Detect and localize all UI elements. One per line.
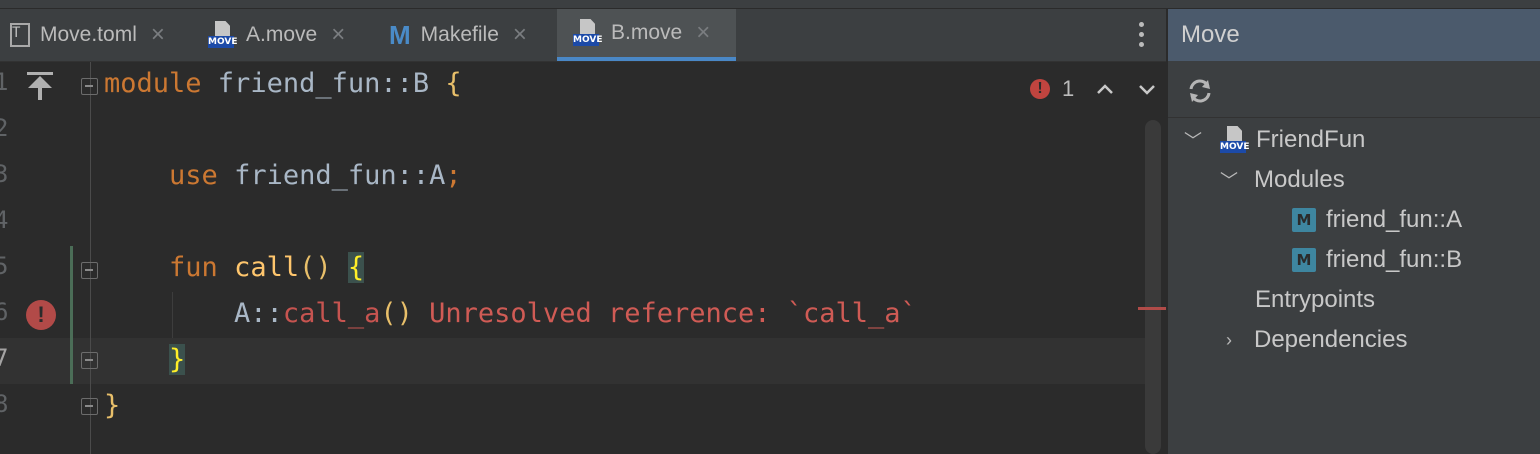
close-icon[interactable]: × xyxy=(151,21,165,49)
code-line: 6 ! A::call_a() Unresolved reference: `c… xyxy=(0,292,1166,338)
chevron-down-icon[interactable] xyxy=(1136,78,1158,100)
code-text: A::call_a() Unresolved reference: `call_… xyxy=(234,298,917,329)
tree-item-label: FriendFun xyxy=(1256,126,1366,153)
close-icon[interactable]: × xyxy=(696,19,710,47)
code-text: use friend_fun::A; xyxy=(169,160,462,191)
line-number: 4 xyxy=(0,206,9,234)
tree-item-dependencies[interactable]: › Dependencies xyxy=(1216,320,1407,360)
tree-item-modules[interactable]: ﹀ Modules xyxy=(1216,160,1345,200)
code-line: 5 fun call() { xyxy=(0,246,1166,292)
tree-item-label: Dependencies xyxy=(1254,326,1408,353)
tree-item-project[interactable]: ﹀ MOVE FriendFun xyxy=(1180,120,1365,160)
tab-a-move[interactable]: MOVE A.move × xyxy=(202,9,372,61)
toml-file-icon: T xyxy=(6,21,32,49)
error-count: 1 xyxy=(1062,76,1075,101)
line-number: 8 xyxy=(0,390,9,418)
tab-label: A.move xyxy=(246,23,318,46)
error-icon: ! xyxy=(1030,79,1050,99)
close-icon[interactable]: × xyxy=(331,21,345,49)
fold-icon[interactable] xyxy=(81,78,98,95)
tab-b-move[interactable]: MOVE B.move × xyxy=(557,9,736,61)
error-gutter-icon[interactable]: ! xyxy=(26,300,56,330)
chevron-down-icon[interactable]: ﹀ xyxy=(1180,127,1206,153)
move-tool-window: Move ﹀ MOVE FriendFun ﹀ Modules M friend… xyxy=(1167,9,1540,454)
move-file-icon: MOVE xyxy=(1220,126,1249,154)
tree-item-label: friend_fun::A xyxy=(1326,206,1463,233)
tree-item-entrypoints[interactable]: Entrypoints xyxy=(1255,280,1375,320)
fold-icon[interactable] xyxy=(81,398,98,415)
panel-title: Move xyxy=(1181,21,1240,48)
editor-tab-bar: T Move.toml × MOVE A.move × M Makefile ×… xyxy=(0,9,1166,62)
tree-item-module[interactable]: M friend_fun::B xyxy=(1292,240,1462,280)
line-number: 2 xyxy=(0,114,9,142)
tree-item-label: Modules xyxy=(1254,166,1345,193)
code-line: 2 xyxy=(0,108,1166,154)
fold-icon[interactable] xyxy=(81,262,98,279)
code-line: 8 } xyxy=(0,384,1166,430)
line-number: 5 xyxy=(0,252,9,280)
code-line: 3 use friend_fun::A; xyxy=(0,154,1166,200)
code-text: } xyxy=(169,344,186,375)
tab-move-toml[interactable]: T Move.toml × xyxy=(0,9,195,61)
chevron-right-icon[interactable]: › xyxy=(1216,330,1242,351)
line-number: 6 xyxy=(0,298,9,326)
code-text: module friend_fun::B { xyxy=(104,68,462,99)
code-editor[interactable]: 1 module friend_fun::B { 2 3 use friend_… xyxy=(0,62,1166,454)
more-icon[interactable] xyxy=(1128,19,1154,51)
inspection-widget[interactable]: ! 1 xyxy=(1030,74,1158,104)
tab-label: Makefile xyxy=(420,23,499,46)
tree-item-label: friend_fun::B xyxy=(1326,246,1463,273)
refresh-icon[interactable] xyxy=(1186,77,1214,105)
window-top-edge xyxy=(0,0,1540,9)
code-line: 1 module friend_fun::B { xyxy=(0,62,1166,108)
code-line: 4 xyxy=(0,200,1166,246)
chevron-up-icon[interactable] xyxy=(1094,78,1116,100)
line-number: 7 xyxy=(0,344,9,372)
line-number: 1 xyxy=(0,68,9,96)
tree-item-module[interactable]: M friend_fun::A xyxy=(1292,200,1462,240)
tab-label: B.move xyxy=(611,21,683,44)
chevron-down-icon[interactable]: ﹀ xyxy=(1216,167,1242,193)
panel-header: Move xyxy=(1168,9,1540,61)
code-line: 7 } xyxy=(0,338,1166,384)
move-file-icon: MOVE xyxy=(208,21,237,49)
tab-makefile[interactable]: M Makefile × xyxy=(381,9,551,61)
makefile-icon: M xyxy=(389,19,411,50)
module-icon: M xyxy=(1292,208,1316,232)
vertical-scrollbar[interactable] xyxy=(1145,120,1161,454)
tree-item-label: Entrypoints xyxy=(1255,286,1376,313)
panel-toolbar xyxy=(1168,61,1540,118)
error-message: Unresolved reference: `call_a` xyxy=(412,298,917,329)
code-text: fun call() { xyxy=(169,252,365,283)
module-icon: M xyxy=(1292,248,1316,272)
code-text: } xyxy=(104,390,121,421)
line-number: 3 xyxy=(0,160,9,188)
move-file-icon: MOVE xyxy=(573,19,602,47)
close-icon[interactable]: × xyxy=(513,21,527,49)
tab-label: Move.toml xyxy=(40,23,137,46)
fold-icon[interactable] xyxy=(81,352,98,369)
error-stripe-mark[interactable] xyxy=(1138,307,1166,310)
